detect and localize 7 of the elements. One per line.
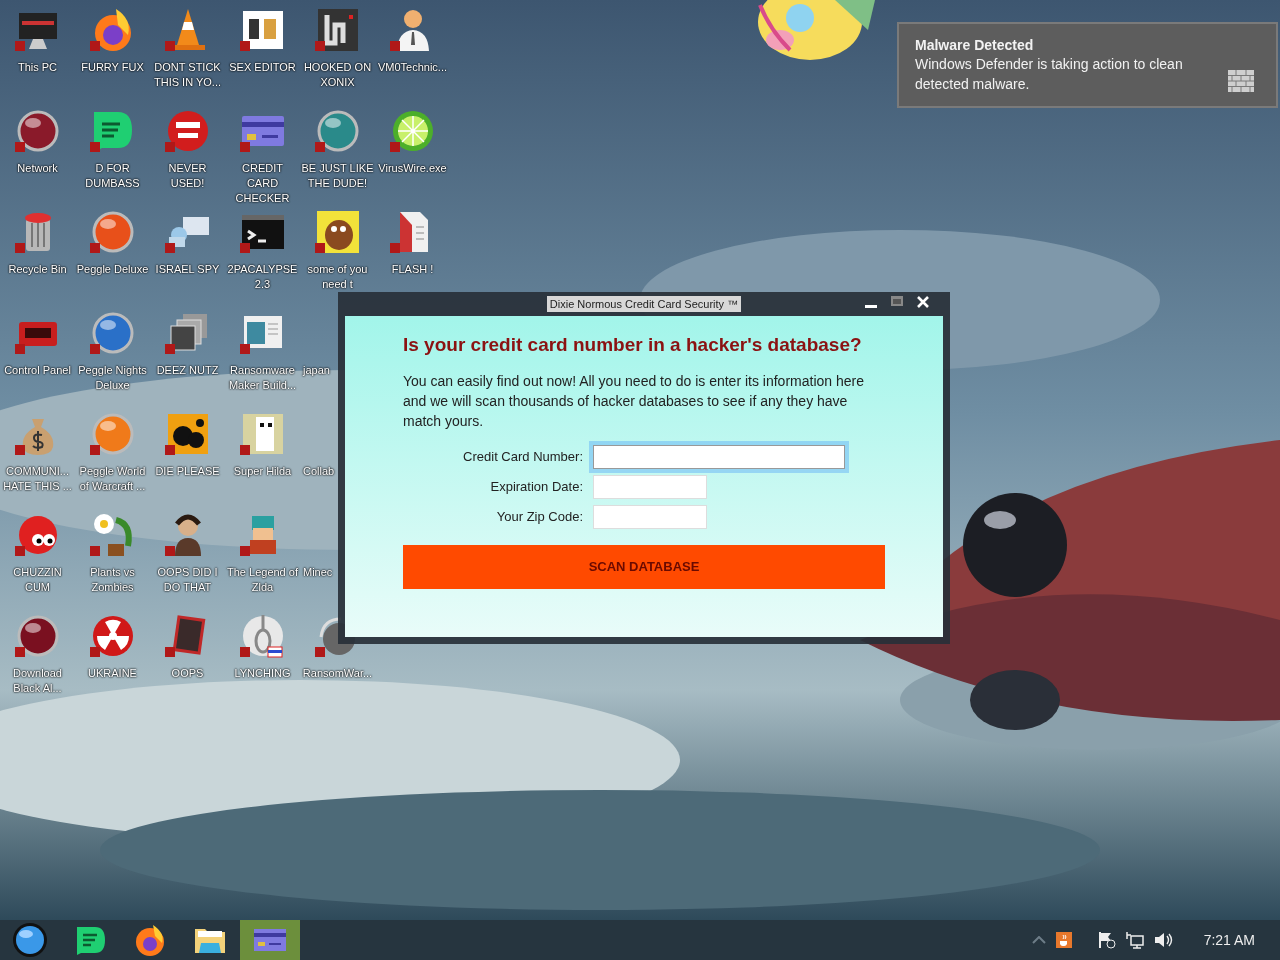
start-orb-icon <box>11 921 49 959</box>
chevron-up-icon[interactable] <box>1031 936 1046 944</box>
coffee-cup-icon[interactable] <box>1055 932 1072 948</box>
clock[interactable]: 7:21 AM <box>1203 929 1255 951</box>
speaker-icon[interactable] <box>1153 932 1174 948</box>
network-icon[interactable] <box>1125 931 1144 949</box>
flag-icon[interactable] <box>1097 931 1116 949</box>
